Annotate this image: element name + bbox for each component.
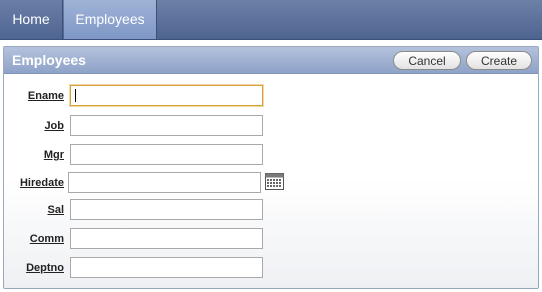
job-input[interactable] [70,115,263,136]
sal-input[interactable] [70,199,263,220]
label-mgr: Mgr [43,149,64,161]
label-job: Job [44,120,64,132]
top-navigation: Home Employees [0,0,542,40]
tab-employees[interactable]: Employees [64,0,157,39]
label-comm: Comm [29,233,64,245]
deptno-input[interactable] [70,257,263,278]
employees-region: Employees Cancel Create [3,46,539,289]
calendar-icon[interactable] [265,172,284,190]
label-deptno: Deptno [26,262,64,274]
region-title: Employees [12,52,86,68]
label-sal: Sal [47,204,64,216]
tab-home[interactable]: Home [0,0,63,39]
cancel-button[interactable]: Cancel [393,51,461,70]
hiredate-input[interactable] [68,172,261,193]
ename-input[interactable] [70,85,263,106]
region-header: Employees Cancel Create [4,47,538,74]
mgr-input[interactable] [70,144,263,165]
text-caret [75,89,76,102]
create-button[interactable]: Create [466,51,532,70]
label-ename: Ename [27,90,64,102]
label-hiredate: Hiredate [19,177,64,189]
comm-input[interactable] [70,228,263,249]
